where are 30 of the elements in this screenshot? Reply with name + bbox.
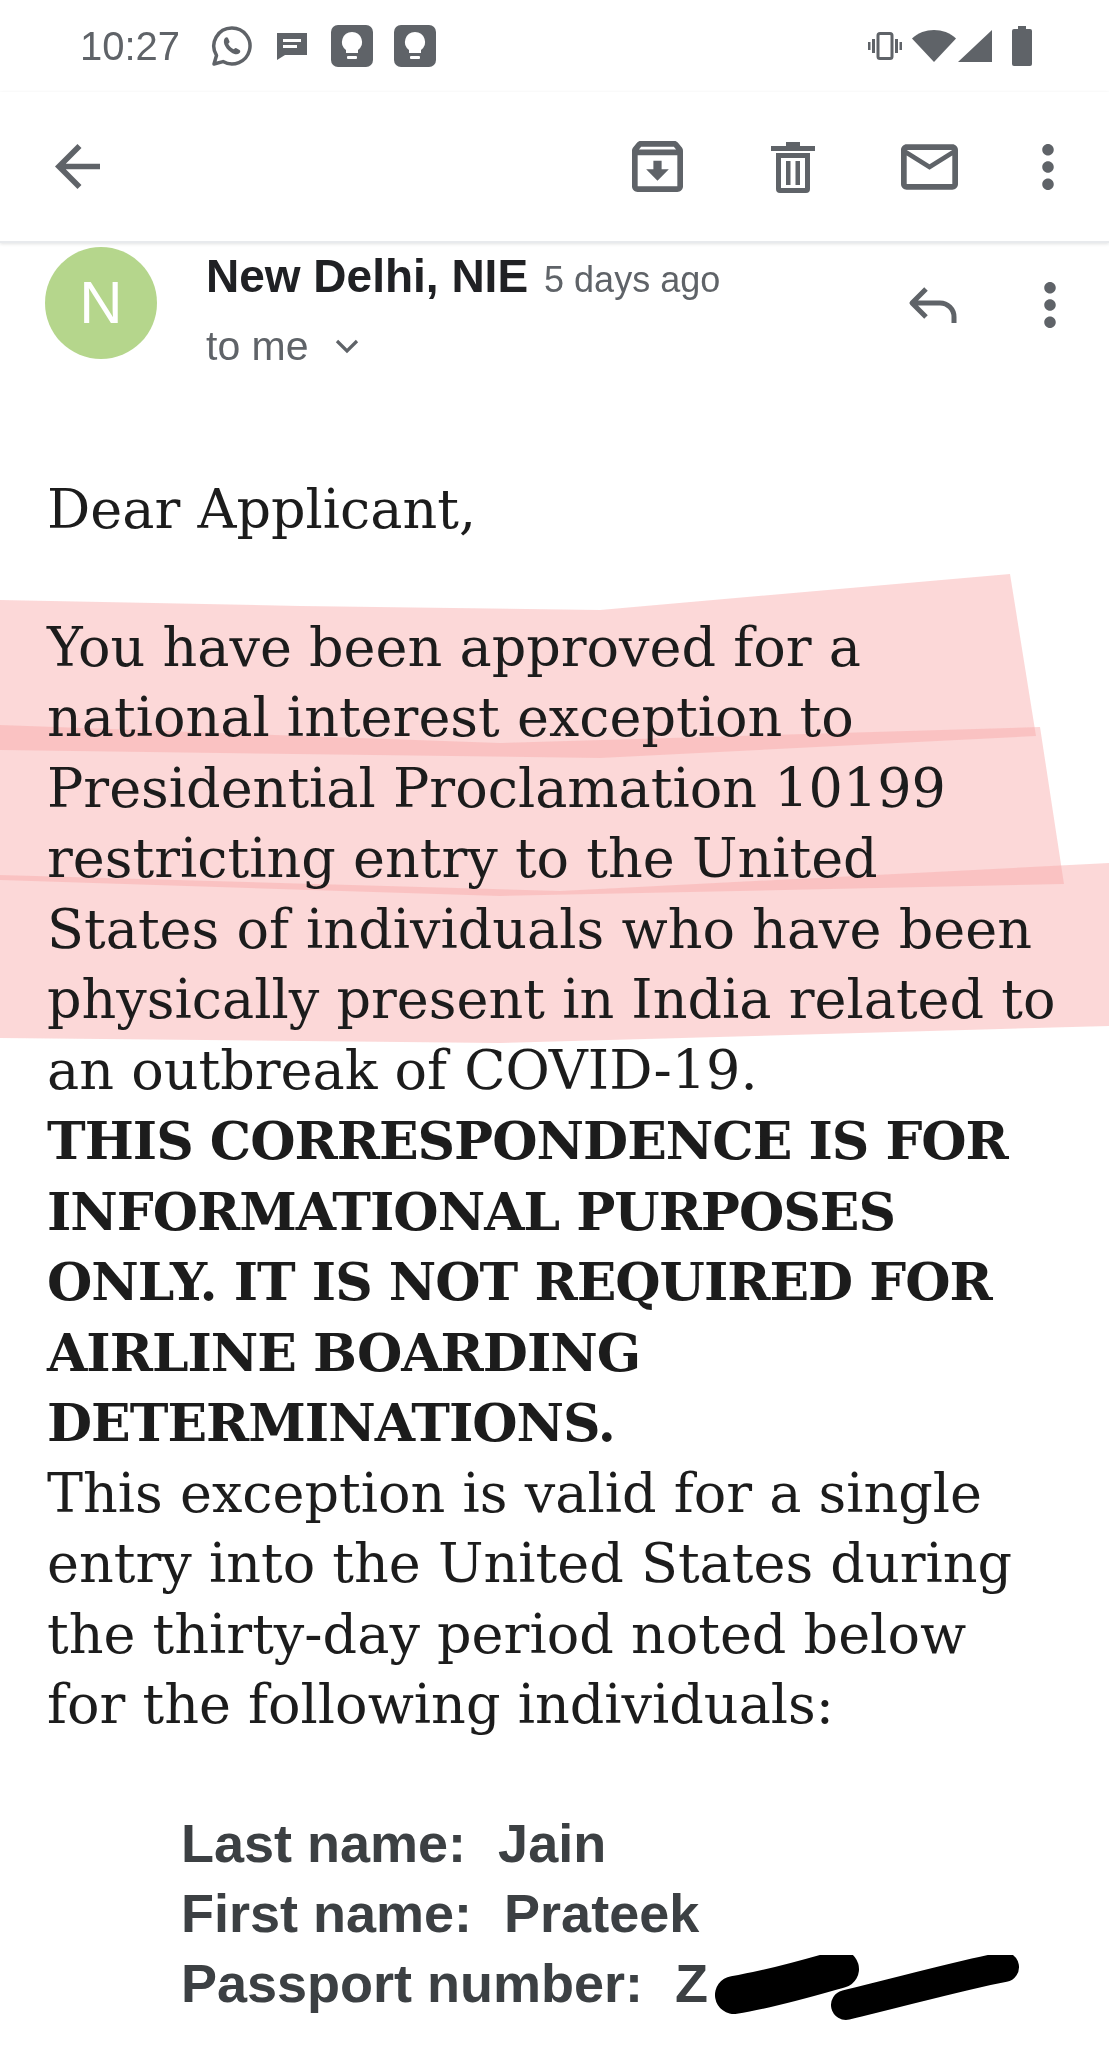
battery-icon <box>1012 26 1032 66</box>
arrow-left-icon <box>54 144 100 189</box>
chat-bubble-phone-icon <box>211 25 254 67</box>
detail-label: Passport number: <box>181 1951 644 2015</box>
envelope-icon <box>900 143 958 190</box>
detail-value: Z <box>675 1951 709 2015</box>
sender-avatar: N <box>45 247 157 359</box>
recipients-toggle[interactable]: to me <box>206 322 359 370</box>
lightbulb-icon <box>394 25 437 67</box>
message-time: 5 days ago <box>544 258 721 302</box>
signal-icon <box>958 30 992 62</box>
status-time: 10:27 <box>80 23 181 70</box>
email-paragraph: THIS CORRESPONDENCE IS FOR INFORMATIONAL PURPOSES ONLY. IT IS NOT REQUIRED FOR AIRLINE BOARDING DETERMINATIONS. <box>47 1109 1010 1455</box>
detail-label: First name: <box>181 1881 473 1945</box>
sender-name: New Delhi, NIE <box>206 249 529 304</box>
more-vertical-icon <box>1044 282 1056 328</box>
vibrate-icon <box>868 32 902 60</box>
lightbulb-icon <box>331 25 374 67</box>
email-paragraph: This exception is valid for a single entry into the United States during the thirty-day period noted below for the following individuals: <box>47 1460 1014 1738</box>
detail-label: Last name: <box>181 1811 467 1875</box>
email-paragraph: You have been approved for a national interest exception to Presidential Proclamation 10199 restricting entry to the United States of individuals who have been physically present in India related to an outbreak of COVID-19. <box>47 614 1057 1104</box>
trash-icon <box>770 140 816 193</box>
more-vertical-icon <box>1042 143 1054 190</box>
detail-value: Prateek <box>504 1881 700 1945</box>
wifi-icon <box>912 30 956 62</box>
greeting: Dear Applicant, <box>47 477 477 543</box>
chevron-down-icon <box>334 338 359 354</box>
message-icon <box>275 31 310 61</box>
archive-icon <box>631 141 683 192</box>
detail-value: Jain <box>498 1811 607 1875</box>
